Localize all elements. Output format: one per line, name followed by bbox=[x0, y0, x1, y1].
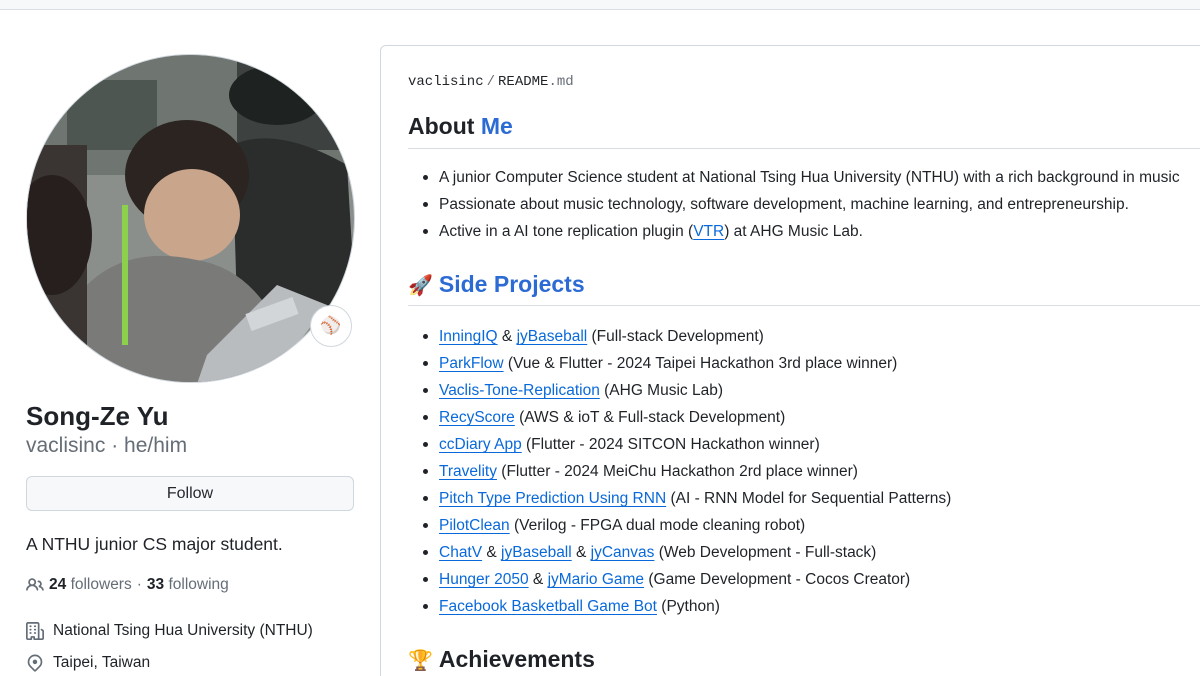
top-nav-bar bbox=[0, 0, 1200, 10]
project-joiner: & bbox=[528, 571, 548, 588]
readme-file-ext: .md bbox=[548, 74, 574, 90]
projects-list: InningIQ & jyBaseball (Full-stack Develo… bbox=[408, 323, 951, 620]
following-link[interactable]: 33 following bbox=[147, 573, 229, 597]
project-description: (Game Development - Cocos Creator) bbox=[644, 571, 911, 588]
project-link[interactable]: Facebook Basketball Game Bot bbox=[439, 598, 657, 615]
project-link[interactable]: jyCanvas bbox=[591, 544, 655, 561]
project-list-item: Travelity (Flutter - 2024 MeiChu Hackath… bbox=[408, 458, 951, 485]
about-me-heading: About Me bbox=[408, 110, 513, 142]
avatar-container: ⚾ bbox=[26, 54, 355, 383]
vcard-location: Taipei, Taiwan bbox=[26, 651, 150, 675]
about-heading-plain: About bbox=[408, 113, 475, 139]
project-list-item: RecyScore (AWS & ioT & Full-stack Develo… bbox=[408, 404, 951, 431]
project-list-item: Pitch Type Prediction Using RNN (AI - RN… bbox=[408, 485, 951, 512]
follow-button[interactable]: Follow bbox=[26, 476, 354, 511]
side-projects-title: Side Projects bbox=[438, 271, 585, 297]
project-link[interactable]: Hunger 2050 bbox=[439, 571, 529, 588]
profile-pronouns: he/him bbox=[124, 434, 188, 457]
project-description: (Full-stack Development) bbox=[587, 328, 764, 345]
project-description: (AHG Music Lab) bbox=[599, 382, 723, 399]
organization-text: National Tsing Hua University (NTHU) bbox=[53, 622, 313, 639]
project-joiner: & bbox=[571, 544, 591, 561]
about-item-text: ) at AHG Music Lab. bbox=[724, 223, 863, 240]
follow-stats: 24 followers · 33 following bbox=[26, 573, 229, 597]
about-item-text: Passionate about music technology, softw… bbox=[439, 196, 1129, 213]
project-list-item: ParkFlow (Vue & Flutter - 2024 Taipei Ha… bbox=[408, 350, 951, 377]
project-joiner: & bbox=[497, 328, 517, 345]
project-list-item: ChatV & jyBaseball & jyCanvas (Web Devel… bbox=[408, 539, 951, 566]
project-list-item: InningIQ & jyBaseball (Full-stack Develo… bbox=[408, 323, 951, 350]
project-link[interactable]: ccDiary App bbox=[439, 436, 522, 453]
readme-path-separator: / bbox=[486, 74, 496, 90]
project-link[interactable]: RecyScore bbox=[439, 409, 515, 426]
project-link[interactable]: jyMario Game bbox=[548, 571, 644, 588]
people-icon bbox=[26, 576, 44, 594]
achievements-heading: 🏆 Achievements bbox=[408, 643, 595, 676]
trophy-icon: 🏆 bbox=[408, 650, 433, 672]
vcard-organization: National Tsing Hua University (NTHU) bbox=[26, 619, 313, 643]
project-description: (Flutter - 2024 MeiChu Hackathon 2rd pla… bbox=[497, 463, 858, 480]
following-label: following bbox=[168, 576, 229, 593]
project-link[interactable]: ParkFlow bbox=[439, 355, 504, 372]
avatar-photo bbox=[27, 55, 354, 382]
project-list-item: PilotClean (Verilog - FPGA dual mode cle… bbox=[408, 512, 951, 539]
readme-owner-link[interactable]: vaclisinc bbox=[408, 74, 484, 90]
following-count: 33 bbox=[146, 576, 165, 593]
about-heading-accent: Me bbox=[480, 113, 513, 139]
project-list-item: Facebook Basketball Game Bot (Python) bbox=[408, 593, 951, 620]
projects-divider bbox=[408, 305, 1200, 306]
project-link[interactable]: Travelity bbox=[439, 463, 497, 480]
about-list: A junior Computer Science student at Nat… bbox=[408, 164, 1180, 245]
rocket-icon: 🚀 bbox=[408, 275, 433, 297]
vtr-link[interactable]: VTR bbox=[693, 223, 724, 240]
project-description: (Web Development - Full-stack) bbox=[654, 544, 877, 561]
followers-link[interactable]: 24 followers bbox=[49, 573, 132, 597]
about-item-text: A junior Computer Science student at Nat… bbox=[439, 169, 1180, 186]
achievements-title: Achievements bbox=[438, 646, 595, 672]
stats-separator: · bbox=[136, 576, 142, 593]
project-list-item: Vaclis-Tone-Replication (AHG Music Lab) bbox=[408, 377, 951, 404]
about-list-item: Passionate about music technology, softw… bbox=[408, 191, 1180, 218]
profile-login: vaclisinc bbox=[26, 434, 106, 457]
baseball-emoji-icon: ⚾ bbox=[320, 316, 342, 335]
project-link[interactable]: Pitch Type Prediction Using RNN bbox=[439, 490, 666, 507]
about-item-text: Active in a AI tone replication plugin ( bbox=[439, 223, 694, 240]
project-description: (Vue & Flutter - 2024 Taipei Hackathon 3… bbox=[503, 355, 898, 372]
project-list-item: ccDiary App (Flutter - 2024 SITCON Hacka… bbox=[408, 431, 951, 458]
project-description: (AWS & ioT & Full-stack Development) bbox=[514, 409, 786, 426]
project-description: (Python) bbox=[656, 598, 720, 615]
readme-box: vaclisinc / README.md About Me A junior Co… bbox=[380, 45, 1200, 676]
project-description: (AI - RNN Model for Sequential Patterns) bbox=[666, 490, 952, 507]
location-text: Taipei, Taiwan bbox=[53, 654, 151, 671]
followers-count: 24 bbox=[49, 576, 67, 593]
location-pin-icon bbox=[26, 654, 44, 672]
readme-path: vaclisinc / README.md bbox=[408, 74, 574, 90]
profile-name: Song-Ze Yu bbox=[26, 401, 169, 431]
status-emoji-button[interactable]: ⚾ bbox=[310, 305, 352, 347]
side-projects-heading: 🚀 Side Projects bbox=[408, 268, 585, 302]
avatar[interactable] bbox=[26, 54, 355, 383]
about-list-item: Active in a AI tone replication plugin (… bbox=[408, 218, 1180, 245]
profile-bio: A NTHU junior CS major student. bbox=[26, 534, 283, 554]
profile-separator: · bbox=[111, 434, 119, 457]
followers-label: followers bbox=[70, 576, 132, 593]
project-description: (Verilog - FPGA dual mode cleaning robot… bbox=[509, 517, 806, 534]
project-list-item: Hunger 2050 & jyMario Game (Game Develop… bbox=[408, 566, 951, 593]
readme-file-base: README bbox=[498, 74, 549, 90]
project-description: (Flutter - 2024 SITCON Hackathon winner) bbox=[521, 436, 820, 453]
profile-login-line: vaclisinc · he/him bbox=[26, 431, 187, 461]
about-list-item: A junior Computer Science student at Nat… bbox=[408, 164, 1180, 191]
project-link[interactable]: jyBaseball bbox=[501, 544, 572, 561]
project-link[interactable]: PilotClean bbox=[439, 517, 510, 534]
project-link[interactable]: Vaclis-Tone-Replication bbox=[439, 382, 600, 399]
project-link[interactable]: InningIQ bbox=[439, 328, 498, 345]
project-joiner: & bbox=[482, 544, 502, 561]
project-link[interactable]: ChatV bbox=[439, 544, 482, 561]
project-link[interactable]: jyBaseball bbox=[517, 328, 588, 345]
about-divider bbox=[408, 148, 1200, 149]
building-icon bbox=[26, 622, 44, 640]
